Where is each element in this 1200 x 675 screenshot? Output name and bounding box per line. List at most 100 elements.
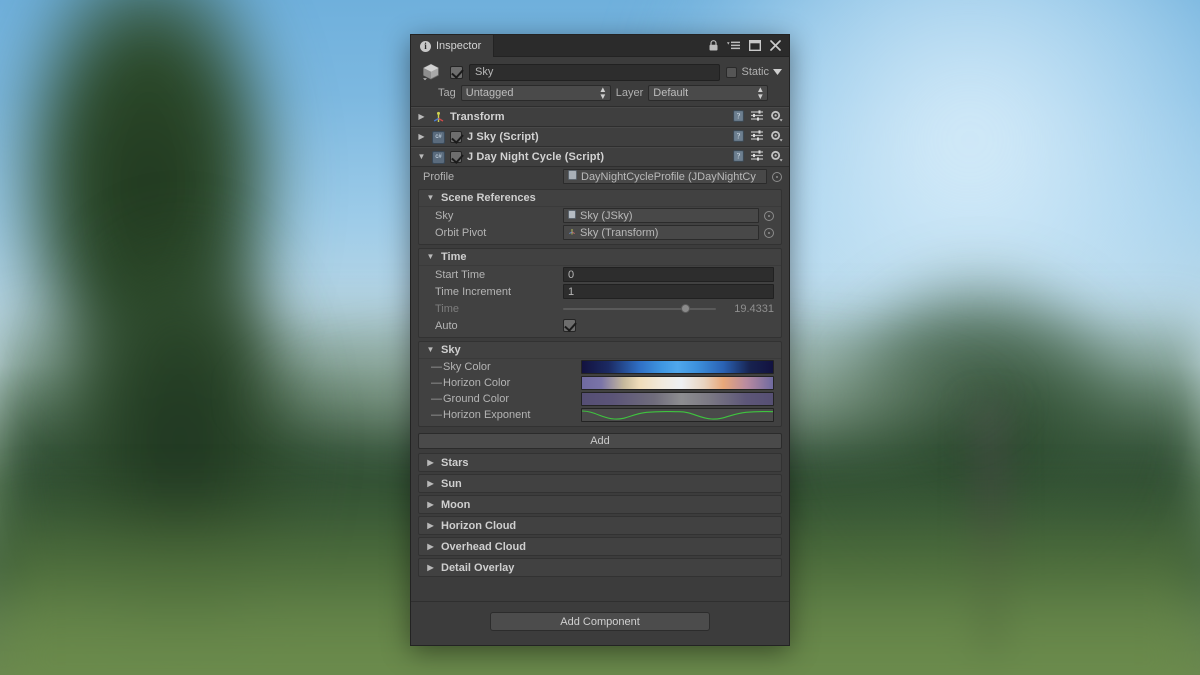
add-button-label: Add (590, 435, 610, 447)
section-label: Detail Overlay (441, 561, 515, 574)
foldout-arrow-collapsed-icon[interactable]: ▶ (416, 113, 427, 121)
preset-icon[interactable] (751, 110, 763, 124)
foldout-arrow-expanded-icon[interactable]: ▼ (416, 153, 427, 161)
component-header-icons: ? (733, 109, 783, 125)
window-controls (709, 35, 789, 56)
section-horizon-cloud[interactable]: ▶ Horizon Cloud (418, 516, 782, 535)
gameobject-name-input[interactable]: Sky (469, 63, 721, 81)
drag-handle-icon[interactable]: — (431, 393, 443, 405)
layer-label: Layer (615, 87, 644, 99)
start-time-input[interactable]: 0 (563, 267, 774, 282)
static-checkbox[interactable] (726, 66, 738, 78)
close-icon[interactable] (770, 40, 781, 51)
foldout-arrow-collapsed-icon[interactable]: ▶ (425, 563, 436, 572)
gameobject-icon-wrap[interactable] (418, 63, 444, 81)
section-label: Overhead Cloud (441, 540, 526, 553)
section-moon[interactable]: ▶ Moon (418, 495, 782, 514)
svg-text:?: ? (737, 131, 741, 140)
time-slider[interactable]: 19.4331 (563, 303, 774, 315)
foldout-arrow-collapsed-icon[interactable]: ▶ (425, 479, 436, 488)
time-increment-row: Time Increment 1 (419, 283, 781, 300)
foldout-arrow-collapsed-icon[interactable]: ▶ (416, 133, 427, 141)
component-enabled-checkbox[interactable] (450, 151, 462, 163)
component-header-transform[interactable]: ▶ Transform ? (411, 107, 789, 127)
foldout-arrow-collapsed-icon[interactable]: ▶ (425, 500, 436, 509)
sky-color-label: Sky Color (443, 361, 491, 373)
gameobject-small-icon (568, 209, 576, 222)
gameobject-enabled-checkbox[interactable] (450, 65, 463, 79)
tab-inspector[interactable]: i Inspector (411, 35, 495, 57)
profile-object-field[interactable]: DayNightCycleProfile (JDayNightCy (563, 169, 767, 184)
horizon-exponent-curve[interactable] (581, 408, 774, 422)
object-picker-icon[interactable] (764, 227, 774, 238)
ground-color-gradient[interactable] (581, 392, 774, 406)
tab-inspector-label: Inspector (436, 40, 482, 52)
start-time-row: Start Time 0 (419, 266, 781, 283)
component-header-j-sky[interactable]: ▶ J Sky (Script) ? (411, 127, 789, 147)
component-header-icons: ? (733, 129, 783, 145)
time-slider-handle[interactable] (681, 303, 691, 313)
scriptable-object-icon (568, 170, 577, 183)
field-value: Sky (JSky) (580, 209, 633, 222)
section-label: Horizon Cloud (441, 519, 517, 532)
component-enabled-checkbox[interactable] (450, 131, 462, 143)
layer-dropdown[interactable]: Default ▲ ▼ (648, 85, 769, 101)
group-title: Scene References (441, 192, 536, 204)
foldout-arrow-collapsed-icon[interactable]: ▶ (425, 521, 436, 530)
time-increment-value: 1 (568, 285, 575, 298)
tag-dropdown[interactable]: Untagged ▲ ▼ (460, 85, 611, 101)
auto-checkbox[interactable] (563, 319, 576, 332)
foldout-arrow-expanded-icon[interactable]: ▼ (425, 253, 436, 261)
foldout-arrow-expanded-icon[interactable]: ▼ (425, 346, 436, 354)
preset-icon[interactable] (751, 130, 763, 144)
start-time-label: Start Time (435, 268, 486, 281)
static-toggle[interactable]: Static (726, 66, 782, 78)
horizon-exponent-row: — Horizon Exponent (419, 407, 781, 423)
sky-object-field[interactable]: Sky (JSky) (563, 208, 759, 223)
group-title: Time (441, 251, 467, 263)
foldout-arrow-expanded-icon[interactable]: ▼ (425, 194, 436, 202)
section-stars[interactable]: ▶ Stars (418, 453, 782, 472)
transform-small-icon (568, 227, 576, 239)
time-increment-input[interactable]: 1 (563, 284, 774, 299)
time-slider-track[interactable] (563, 303, 716, 313)
drag-handle-icon[interactable]: — (431, 377, 443, 389)
menu-icon[interactable] (727, 41, 740, 50)
foldout-arrow-collapsed-icon[interactable]: ▶ (425, 458, 436, 467)
sky-color-gradient[interactable] (581, 360, 774, 374)
group-title: Sky (441, 344, 461, 356)
gameobject-name-value: Sky (475, 66, 494, 78)
orbit-pivot-object-field[interactable]: Sky (Transform) (563, 225, 759, 240)
drag-handle-icon[interactable]: — (431, 361, 443, 373)
section-sun[interactable]: ▶ Sun (418, 474, 782, 493)
gear-icon[interactable] (770, 110, 783, 125)
gear-icon[interactable] (770, 150, 783, 165)
help-icon[interactable]: ? (733, 149, 744, 165)
cube-icon (423, 63, 439, 81)
group-header-time[interactable]: ▼ Time (419, 249, 781, 266)
add-property-button[interactable]: Add (418, 433, 782, 449)
section-label: Stars (441, 456, 469, 469)
chevron-down-icon[interactable] (773, 66, 782, 78)
help-icon[interactable]: ? (733, 129, 744, 145)
section-overhead-cloud[interactable]: ▶ Overhead Cloud (418, 537, 782, 556)
gear-icon[interactable] (770, 130, 783, 145)
group-header-sky[interactable]: ▼ Sky (419, 342, 781, 359)
horizon-color-gradient[interactable] (581, 376, 774, 390)
profile-value: DayNightCycleProfile (JDayNightCy (581, 170, 756, 183)
preset-icon[interactable] (751, 150, 763, 164)
start-time-value: 0 (568, 268, 575, 281)
script-icon (432, 150, 445, 164)
section-detail-overlay[interactable]: ▶ Detail Overlay (418, 558, 782, 577)
add-component-button[interactable]: Add Component (490, 612, 710, 631)
component-header-day-night-cycle[interactable]: ▼ J Day Night Cycle (Script) ? (411, 147, 789, 167)
object-picker-icon[interactable] (764, 210, 774, 221)
object-picker-icon[interactable] (772, 171, 782, 182)
maximize-icon[interactable] (749, 40, 761, 51)
group-header-scene-references[interactable]: ▼ Scene References (419, 190, 781, 207)
group-time: ▼ Time Start Time 0 Time Increment 1 Tim… (418, 248, 782, 338)
foldout-arrow-collapsed-icon[interactable]: ▶ (425, 542, 436, 551)
help-icon[interactable]: ? (733, 109, 744, 125)
drag-handle-icon[interactable]: — (431, 409, 443, 421)
lock-icon[interactable] (709, 40, 718, 51)
